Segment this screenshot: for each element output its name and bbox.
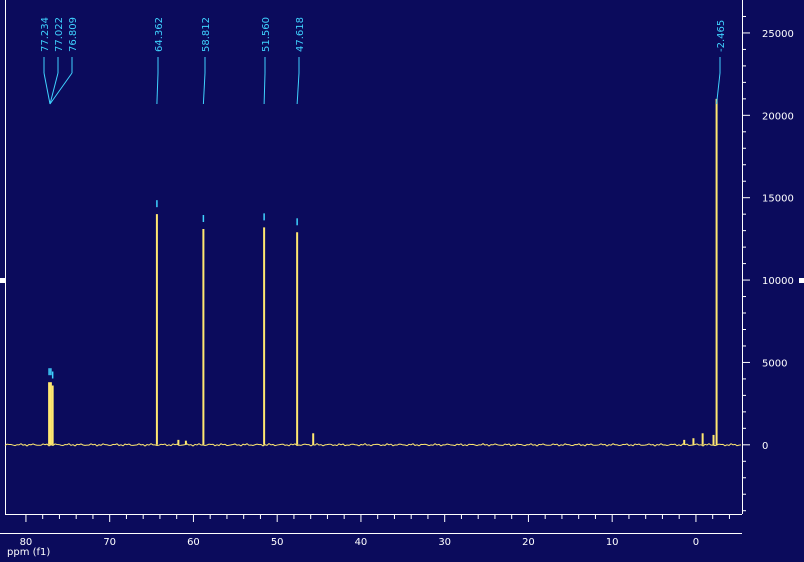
nmr-spectrum-chart: 80 70 60 50 40 30 20 10 0 2500020000150001000050… <box>0 0 804 562</box>
y-tick-label: 0 <box>762 441 768 452</box>
y-tick-label: 15000 <box>762 194 794 205</box>
right-resize-handle[interactable] <box>799 278 804 283</box>
peak-label: 77.022 <box>54 17 65 52</box>
x-tick-label: 20 <box>522 537 535 548</box>
y-tick-label: 20000 <box>762 111 794 122</box>
x-tick-label: 30 <box>438 537 451 548</box>
peak-label: -2.465 <box>716 20 727 52</box>
x-tick-label: 0 <box>693 537 699 548</box>
peak-label: 51.560 <box>261 17 272 52</box>
peak-label: 47.618 <box>295 17 306 52</box>
peak-label: 64.362 <box>154 17 165 52</box>
x-tick-label: 40 <box>355 537 368 548</box>
y-tick-label: 25000 <box>762 29 794 40</box>
peak-label: 77.234 <box>40 17 51 52</box>
x-tick-label: 50 <box>271 537 284 548</box>
plot-background <box>0 0 804 562</box>
y-tick-label: 5000 <box>762 358 787 369</box>
x-tick-label: 60 <box>187 537 200 548</box>
left-resize-handle[interactable] <box>0 278 5 283</box>
x-axis-label: ppm (f1) <box>7 547 50 558</box>
peak-label: 76.809 <box>68 17 79 52</box>
y-tick-label: 10000 <box>762 276 794 287</box>
x-tick-label: 10 <box>606 537 619 548</box>
peak-label: 58.812 <box>201 17 212 52</box>
x-tick-label: 70 <box>103 537 116 548</box>
